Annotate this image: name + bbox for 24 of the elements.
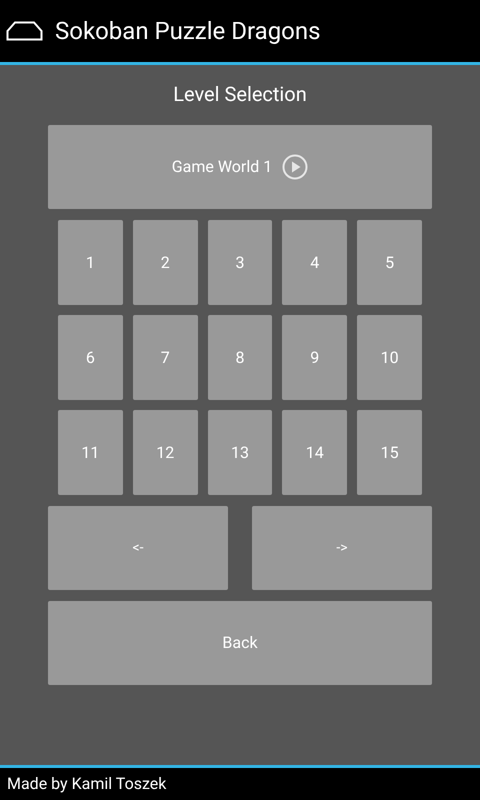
level-button[interactable]: 13 [208, 410, 272, 495]
play-icon [282, 154, 308, 180]
home-icon[interactable] [6, 21, 43, 41]
level-button[interactable]: 9 [282, 315, 348, 400]
level-button[interactable]: 15 [357, 410, 422, 495]
app-title: Sokoban Puzzle Dragons [55, 16, 320, 47]
level-button[interactable]: 8 [208, 315, 272, 400]
previous-button[interactable]: <- [48, 506, 228, 590]
level-button[interactable]: 11 [58, 410, 123, 495]
screen-heading: Level Selection [173, 81, 307, 108]
level-button[interactable]: 3 [208, 220, 272, 305]
level-button[interactable]: 5 [357, 220, 422, 305]
level-button[interactable]: 12 [132, 410, 198, 495]
level-button[interactable]: 4 [282, 220, 348, 305]
back-button[interactable]: Back [48, 601, 432, 685]
footer-credit: Made by Kamil Toszek [7, 773, 166, 795]
level-button[interactable]: 1 [58, 220, 123, 305]
next-button[interactable]: -> [252, 506, 432, 590]
world-button[interactable]: Game World 1 [48, 125, 432, 209]
level-button[interactable]: 10 [357, 315, 422, 400]
level-button[interactable]: 6 [58, 315, 123, 400]
level-button[interactable]: 14 [282, 410, 348, 495]
level-button[interactable]: 2 [132, 220, 198, 305]
level-button[interactable]: 7 [132, 315, 198, 400]
